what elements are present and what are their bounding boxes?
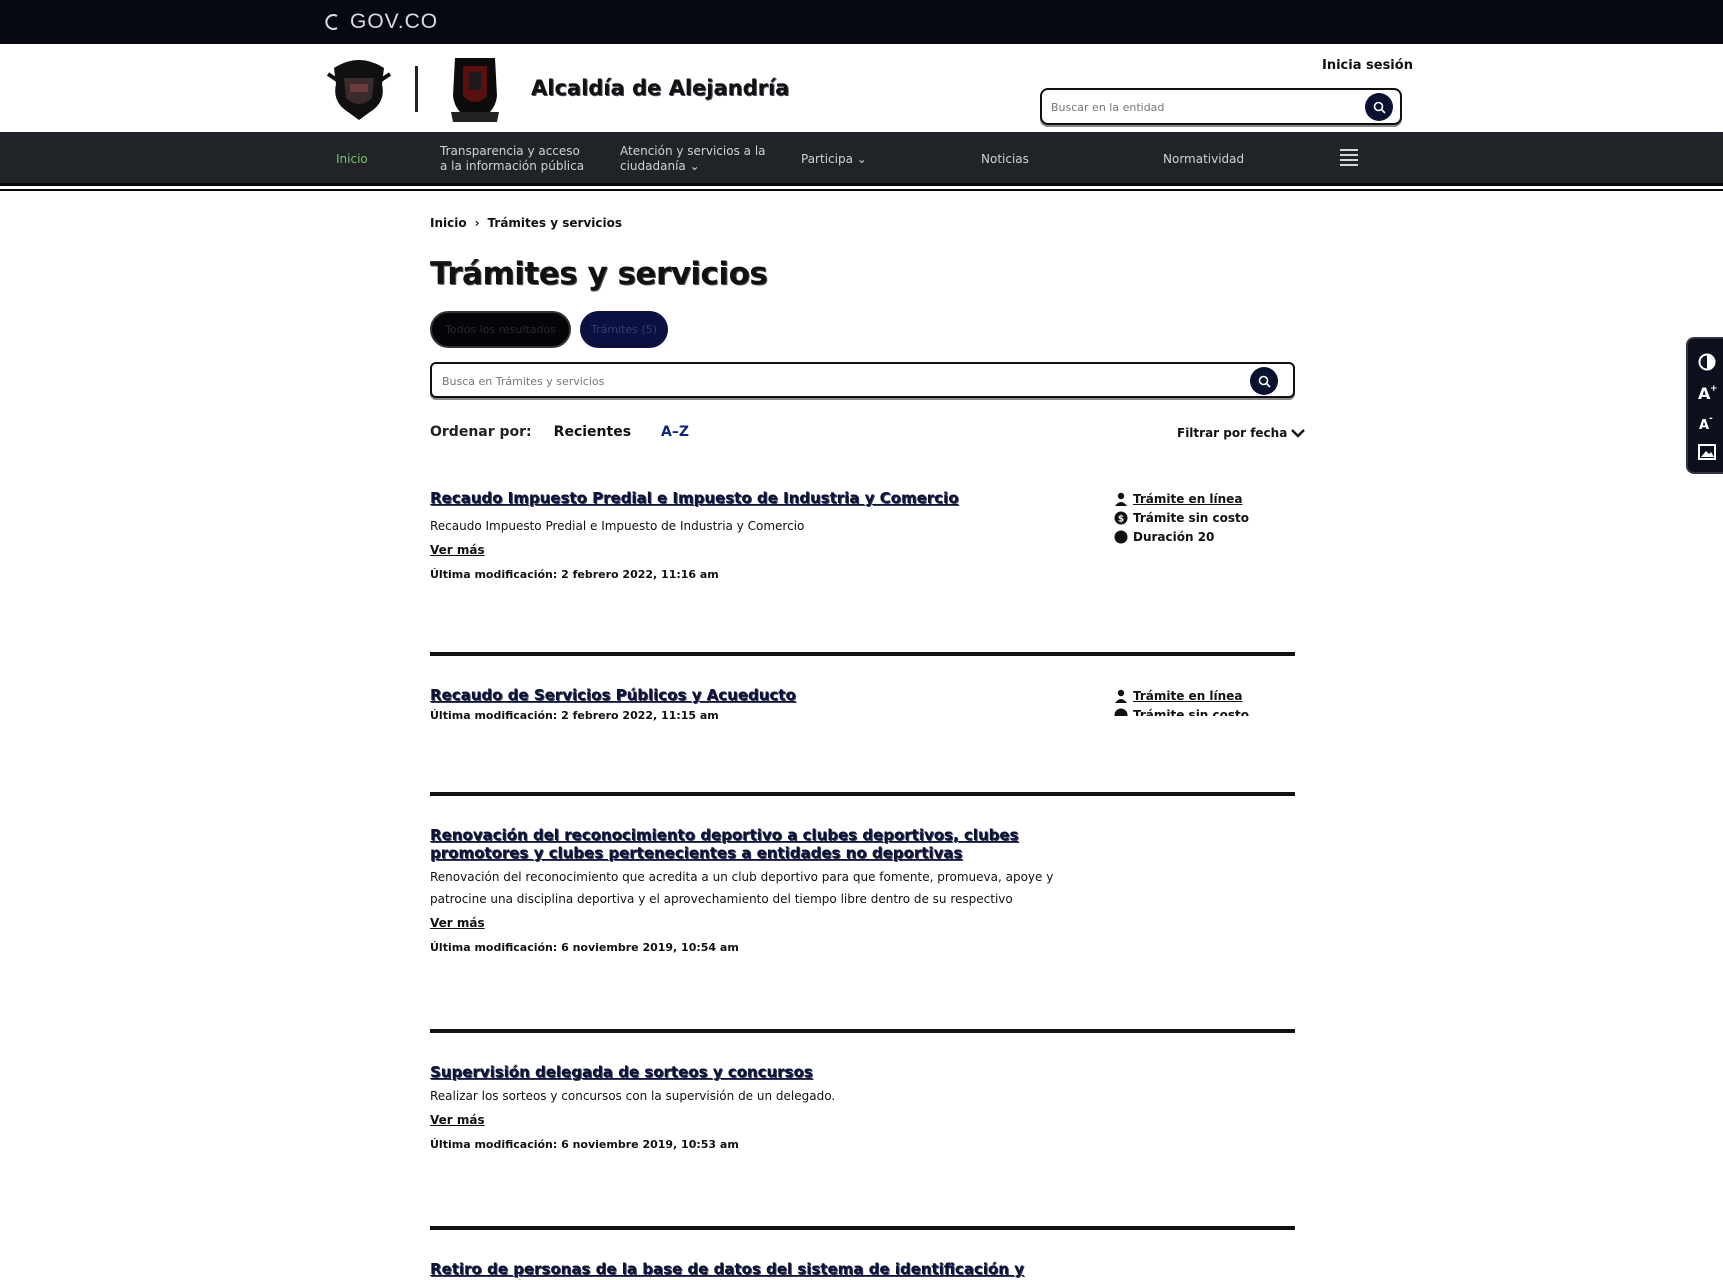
- money-icon: $: [1113, 510, 1129, 526]
- result-description: Renovación del reconocimiento que acredi…: [430, 870, 1054, 906]
- nav-item-label: Atención y servicios a la: [620, 144, 766, 158]
- see-more-link[interactable]: Ver más: [430, 1113, 485, 1127]
- svg-text:-: -: [1709, 414, 1713, 424]
- sort-recent-option[interactable]: Recientes: [554, 424, 631, 440]
- municipal-shield-icon[interactable]: [447, 52, 503, 126]
- hamburger-menu-icon[interactable]: [1340, 149, 1358, 166]
- sort-az-option[interactable]: A–Z: [661, 424, 689, 440]
- result-item: Recaudo de Servicios Públicos y Acueduct…: [430, 686, 1295, 722]
- page-title: Trámites y servicios: [430, 256, 768, 292]
- login-link[interactable]: Inicia sesión: [1322, 58, 1413, 73]
- result-item: Supervisión delegada de sorteos y concur…: [430, 1063, 1295, 1151]
- sort-label: Ordenar por:: [430, 424, 532, 440]
- result-item: Retiro de personas de la base de datos d…: [430, 1260, 1295, 1280]
- result-separator: [430, 792, 1295, 796]
- result-title-link[interactable]: Recaudo Impuesto Predial e Impuesto de I…: [430, 489, 1080, 507]
- nav-item-transparencia[interactable]: Transparencia y acceso a la información …: [440, 144, 584, 174]
- svg-text:A: A: [1699, 418, 1709, 431]
- nav-item-label: Participa: [801, 152, 853, 166]
- content-search-input[interactable]: [442, 371, 1222, 391]
- site-header: Alcaldía de Alejandría Inicia sesión: [0, 44, 1723, 132]
- nav-underline: [0, 189, 1723, 191]
- colombia-coat-of-arms-icon[interactable]: [326, 54, 392, 124]
- result-title-link[interactable]: Recaudo de Servicios Públicos y Acueduct…: [430, 686, 1080, 704]
- result-separator: [430, 1029, 1295, 1033]
- result-title-link[interactable]: Retiro de personas de la base de datos d…: [430, 1260, 1130, 1280]
- nav-item-label: Transparencia y acceso: [440, 144, 580, 158]
- attr-label: Trámite en línea: [1133, 688, 1243, 703]
- content-search-box: [430, 362, 1295, 398]
- svg-text:+: +: [1710, 384, 1717, 394]
- breadcrumb-home-link[interactable]: Inicio: [430, 216, 467, 230]
- search-icon: [1258, 375, 1271, 388]
- svg-text:$: $: [1118, 514, 1124, 524]
- result-item: Recaudo Impuesto Predial e Impuesto de I…: [430, 489, 1295, 581]
- result-modified-date: Última modificación: 6 noviembre 2019, 1…: [430, 941, 739, 954]
- entity-name[interactable]: Alcaldía de Alejandría: [531, 76, 789, 100]
- increase-text-icon[interactable]: A +: [1696, 381, 1718, 403]
- filter-by-date-dropdown[interactable]: Filtrar por fecha: [1177, 426, 1306, 440]
- result-attributes: Trámite en línea $ Trámite sin costo Dur…: [1113, 489, 1249, 546]
- chevron-down-icon: [1291, 429, 1306, 438]
- decrease-text-icon[interactable]: A-: [1696, 411, 1718, 433]
- filter-chip-all-results[interactable]: Todos los resultados: [430, 311, 571, 348]
- filter-chip-tramites[interactable]: Trámites (5): [580, 311, 668, 348]
- nav-item-noticias[interactable]: Noticias: [981, 152, 1029, 167]
- chevron-down-icon: ⌄: [856, 152, 867, 166]
- govco-logo-link[interactable]: GOV.CO: [324, 10, 438, 34]
- user-icon: [1113, 491, 1129, 507]
- attr-label: Trámite en línea: [1133, 491, 1243, 506]
- content-search-button[interactable]: [1250, 367, 1278, 395]
- money-icon: [1113, 707, 1129, 716]
- entity-search-input[interactable]: [1051, 97, 1351, 117]
- attr-cost: Trámite sin costo: [1113, 705, 1249, 716]
- result-separator: [430, 1226, 1295, 1230]
- result-separator: [430, 652, 1295, 656]
- chevron-right-icon: ›: [474, 216, 480, 230]
- result-item: Renovación del reconocimiento deportivo …: [430, 826, 1295, 954]
- nav-item-label: a la información pública: [440, 159, 585, 173]
- attr-label: Trámite sin costo: [1133, 510, 1250, 525]
- contrast-icon[interactable]: [1696, 351, 1718, 373]
- nav-item-normatividad[interactable]: Normatividad: [1163, 152, 1244, 167]
- header-divider: [415, 66, 418, 112]
- result-modified-date: Última modificación: 6 noviembre 2019, 1…: [430, 1138, 739, 1151]
- chevron-down-icon: ⌄: [689, 159, 700, 173]
- nav-item-inicio[interactable]: Inicio: [336, 152, 368, 167]
- breadcrumb: Inicio › Trámites y servicios: [430, 216, 622, 230]
- main-navigation: Inicio Transparencia y acceso a la infor…: [0, 132, 1723, 186]
- nav-item-label: ciudadanía: [620, 159, 686, 173]
- filter-by-date-label: Filtrar por fecha: [1177, 426, 1288, 440]
- image-description-icon[interactable]: [1696, 441, 1718, 463]
- attr-duration: Duración 20: [1113, 527, 1249, 546]
- see-more-link[interactable]: Ver más: [430, 543, 485, 557]
- attr-online[interactable]: Trámite en línea: [1113, 489, 1249, 508]
- govco-logo-icon: [325, 14, 338, 30]
- nav-item-participa[interactable]: Participa ⌄: [801, 152, 867, 167]
- result-title-link[interactable]: Renovación del reconocimiento deportivo …: [430, 826, 1080, 862]
- search-icon: [1373, 101, 1386, 114]
- attr-label: Trámite sin costo: [1133, 707, 1250, 717]
- user-icon: [1113, 688, 1129, 704]
- sort-controls: Ordenar por: Recientes A–Z: [430, 424, 719, 440]
- entity-search-box: [1040, 88, 1402, 125]
- see-more-link[interactable]: Ver más: [430, 916, 485, 930]
- gov-top-bar: GOV.CO: [0, 0, 1723, 44]
- result-modified-date: Última modificación: 2 febrero 2022, 11:…: [430, 568, 719, 581]
- attr-cost: $ Trámite sin costo: [1113, 508, 1249, 527]
- result-attributes: Trámite en línea Trámite sin costo: [1113, 686, 1249, 716]
- breadcrumb-current: Trámites y servicios: [487, 216, 622, 230]
- entity-search-button[interactable]: [1365, 93, 1393, 121]
- nav-item-atencion[interactable]: Atención y servicios a la ciudadanía ⌄: [620, 144, 766, 174]
- result-title-link[interactable]: Supervisión delegada de sorteos y concur…: [430, 1063, 1080, 1081]
- result-description: Recaudo Impuesto Predial e Impuesto de I…: [430, 519, 805, 533]
- result-description: Realizar los sorteos y concursos con la …: [430, 1089, 836, 1103]
- attr-label: Duración 20: [1133, 529, 1215, 544]
- attr-online[interactable]: Trámite en línea: [1113, 686, 1249, 705]
- govco-logo-text: GOV.CO: [350, 10, 439, 33]
- accessibility-toolbar: A + A-: [1686, 337, 1723, 474]
- clock-icon: [1113, 529, 1129, 545]
